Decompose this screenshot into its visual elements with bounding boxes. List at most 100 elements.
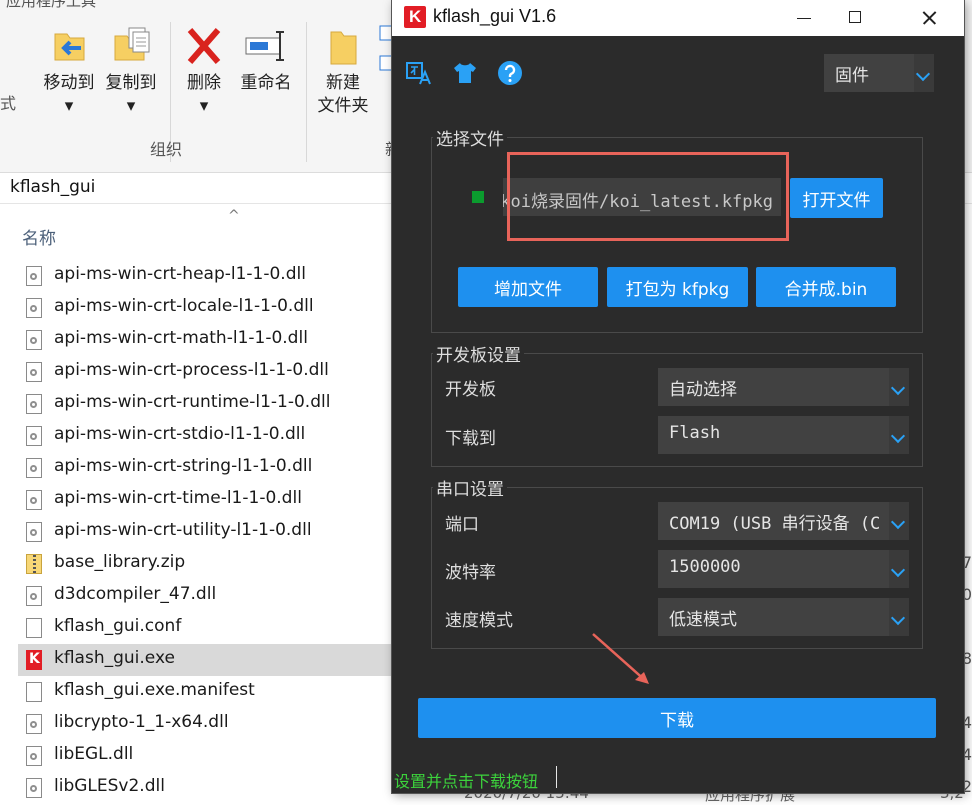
file-row[interactable]: api-ms-win-crt-process-l1-1-0.dll (18, 356, 398, 388)
baud-rate-select[interactable]: 1500000 (658, 550, 909, 588)
dll-gear-icon (26, 778, 42, 798)
rename-icon (244, 24, 288, 68)
copy-to-icon (109, 24, 153, 68)
file-row[interactable]: libGLESv2.dll (18, 772, 398, 804)
port-select[interactable]: COM19 (USB 串行设备 (COM19)) (658, 502, 909, 540)
file-name: libGLESv2.dll (54, 776, 165, 796)
chevron-down-icon (889, 416, 909, 454)
window-title: kflash_gui V1.6 (433, 6, 557, 26)
title-bar[interactable]: kflash_gui V1.6 (392, 0, 964, 36)
port-label: 端口 (445, 515, 479, 535)
file-name: api-ms-win-crt-utility-l1-1-0.dll (54, 520, 312, 540)
dll-gear-icon (26, 714, 42, 734)
board-select[interactable]: 自动选择 (658, 368, 909, 406)
file-row[interactable]: libEGL.dll (18, 740, 398, 772)
new-item-icons-cut (378, 22, 393, 82)
new-folder-label-line1: 新建 (326, 73, 360, 93)
zip-icon (26, 554, 42, 574)
pack-kfpkg-button[interactable]: 打包为 kfpkg (607, 267, 748, 307)
dll-gear-icon (26, 458, 42, 478)
file-row[interactable]: kflash_gui.exe.manifest (18, 676, 398, 708)
dll-gear-icon (26, 394, 42, 414)
dll-gear-icon (26, 266, 42, 286)
rename-button[interactable]: 重命名 (236, 24, 296, 95)
file-row[interactable]: libcrypto-1_1-x64.dll (18, 708, 398, 740)
file-row[interactable]: api-ms-win-crt-time-l1-1-0.dll (18, 484, 398, 516)
mode-select[interactable]: 固件 (824, 54, 934, 92)
copy-to-button[interactable]: 复制到 ▾ (102, 24, 160, 118)
baud-rate-label: 波特率 (445, 563, 496, 583)
column-header-name[interactable]: 名称 (22, 224, 56, 249)
move-to-label: 移动到 (43, 73, 95, 93)
merge-bin-label: 合并成.bin (784, 280, 868, 300)
file-name: d3dcompiler_47.dll (54, 584, 217, 604)
file-row[interactable]: base_library.zip (18, 548, 398, 580)
file-name: libEGL.dll (54, 744, 134, 764)
file-row[interactable]: api-ms-win-crt-stdio-l1-1-0.dll (18, 420, 398, 452)
help-icon[interactable] (497, 60, 523, 86)
serial-settings-group-title: 串口设置 (433, 475, 507, 500)
download-to-select[interactable]: Flash (658, 416, 909, 454)
copy-to-label: 复制到 (105, 73, 157, 93)
mode-select-value: 固件 (835, 66, 869, 86)
download-button[interactable]: 下载 (418, 698, 936, 738)
file-row[interactable]: kflash_gui.exe (18, 644, 418, 676)
file-name: api-ms-win-crt-string-l1-1-0.dll (54, 456, 313, 476)
file-row[interactable]: api-ms-win-crt-string-l1-1-0.dll (18, 452, 398, 484)
skin-shirt-icon[interactable] (452, 60, 478, 86)
file-icon (26, 618, 42, 638)
speed-mode-label: 速度模式 (445, 611, 513, 631)
move-to-button[interactable]: 移动到 ▾ (40, 24, 98, 118)
file-row[interactable]: api-ms-win-crt-runtime-l1-1-0.dll (18, 388, 398, 420)
merge-bin-button[interactable]: 合并成.bin (756, 267, 896, 307)
file-row[interactable]: d3dcompiler_47.dll (18, 580, 398, 612)
ribbon-separator (306, 22, 307, 162)
new-folder-label-line2: 文件夹 (317, 96, 369, 116)
status-message: 设置并点击下载按钮 (394, 772, 539, 791)
file-row[interactable]: api-ms-win-crt-math-l1-1-0.dll (18, 324, 398, 356)
annotation-highlight-box (507, 152, 789, 241)
file-name: base_library.zip (54, 552, 186, 572)
ribbon-tab-cut: 应用程序工具 (6, 0, 97, 10)
translate-icon[interactable] (406, 60, 432, 86)
dll-gear-icon (26, 330, 42, 350)
download-to-select-value: Flash (669, 423, 721, 443)
add-file-button[interactable]: 增加文件 (458, 267, 598, 307)
board-label: 开发板 (445, 380, 496, 400)
new-folder-button[interactable]: 新建 文件夹 (314, 24, 372, 118)
status-cursor (556, 766, 557, 788)
file-icon (26, 682, 42, 702)
dll-gear-icon (26, 426, 42, 446)
dll-gear-icon (26, 586, 42, 606)
file-name: api-ms-win-crt-heap-l1-1-0.dll (54, 264, 306, 284)
group-organize-label: 组织 (150, 140, 183, 159)
board-settings-group-title: 开发板设置 (433, 341, 524, 366)
file-name: api-ms-win-crt-process-l1-1-0.dll (54, 360, 329, 380)
file-row[interactable]: kflash_gui.conf (18, 612, 398, 644)
rename-label: 重命名 (240, 73, 292, 93)
file-list: api-ms-win-crt-heap-l1-1-0.dll api-ms-win… (18, 260, 418, 804)
dll-gear-icon (26, 490, 42, 510)
move-to-icon (47, 24, 91, 68)
download-label: 下载 (660, 711, 694, 731)
speed-mode-select-value: 低速模式 (669, 610, 737, 630)
kflash-logo-icon (404, 6, 426, 28)
sort-ascending-icon: ^ (228, 208, 240, 224)
dll-gear-icon (26, 362, 42, 382)
file-row[interactable]: api-ms-win-crt-locale-l1-1-0.dll (18, 292, 398, 324)
file-row[interactable]: api-ms-win-crt-utility-l1-1-0.dll (18, 516, 398, 548)
speed-mode-select[interactable]: 低速模式 (658, 598, 909, 636)
download-to-label: 下载到 (445, 429, 496, 449)
file-row[interactable]: api-ms-win-crt-heap-l1-1-0.dll (18, 260, 398, 292)
delete-button[interactable]: 删除 ▾ (180, 24, 228, 118)
file-name: api-ms-win-crt-locale-l1-1-0.dll (54, 296, 314, 316)
dll-gear-icon (26, 298, 42, 318)
ribbon-left-cut-label: 式 (0, 94, 17, 113)
minimize-button[interactable] (780, 0, 826, 36)
file-name: libcrypto-1_1-x64.dll (54, 712, 229, 732)
open-file-button[interactable]: 打开文件 (790, 178, 883, 218)
file-select-group-title: 选择文件 (433, 125, 507, 150)
maximize-button[interactable] (832, 0, 878, 36)
chevron-down-icon (889, 502, 909, 540)
close-button[interactable] (906, 0, 952, 36)
